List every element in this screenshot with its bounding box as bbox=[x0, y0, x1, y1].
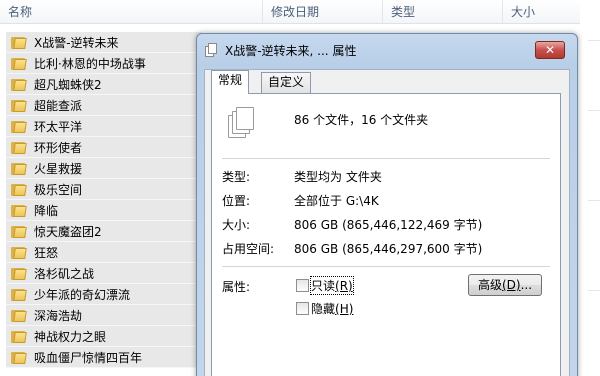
folder-name: 神战权力之眼 bbox=[34, 329, 107, 344]
general-tab-panel: 86 个文件，16 个文件夹 类型: 类型均为 文件夹 位置: 全部位于 G:\… bbox=[211, 93, 561, 376]
folder-name: 洛杉矶之战 bbox=[34, 266, 95, 281]
properties-dialog: X战警-逆转未来, ... 属性 ✕ 常规 自定义 86 个文件，16 个文件夹… bbox=[196, 33, 578, 376]
folder-icon bbox=[11, 35, 27, 49]
list-item[interactable]: 狂怒 bbox=[6, 242, 202, 263]
folder-name: 降临 bbox=[34, 203, 59, 218]
hidden-checkbox[interactable]: 隐藏(H) bbox=[296, 300, 353, 317]
folder-icon bbox=[11, 287, 27, 301]
list-item[interactable]: 神战权力之眼 bbox=[6, 326, 202, 347]
folder-icon bbox=[11, 308, 27, 322]
item-count-summary: 86 个文件，16 个文件夹 bbox=[294, 113, 429, 127]
size-value: 806 GB (865,446,122,469 字节) bbox=[294, 218, 483, 232]
column-modified[interactable]: 修改日期 bbox=[262, 0, 382, 24]
folder-name: 超能查派 bbox=[34, 98, 83, 113]
list-item[interactable]: 惊天魔盗团2 bbox=[6, 221, 202, 242]
multiple-files-icon bbox=[205, 43, 218, 57]
folder-name: 吸血僵尸惊情四百年 bbox=[34, 350, 143, 365]
folder-name: 比利·林恩的中场战事 bbox=[34, 56, 146, 71]
folder-name: 环形使者 bbox=[34, 140, 83, 155]
readonly-label: 只读(R) bbox=[310, 276, 354, 295]
folder-name: 超凡蜘蛛侠2 bbox=[34, 77, 102, 92]
column-type-label: 类型 bbox=[391, 5, 416, 19]
location-label: 位置: bbox=[222, 194, 251, 208]
list-item[interactable]: 吸血僵尸惊情四百年 bbox=[6, 347, 202, 368]
type-value: 类型均为 文件夹 bbox=[294, 170, 382, 184]
column-type[interactable]: 类型 bbox=[382, 0, 502, 24]
list-item[interactable]: 降临 bbox=[6, 200, 202, 221]
dialog-client-area: 常规 自定义 86 个文件，16 个文件夹 类型: 类型均为 文件夹 位置: 全… bbox=[204, 69, 570, 376]
folder-name: 狂怒 bbox=[34, 245, 59, 260]
list-item[interactable]: 火星救援 bbox=[6, 158, 202, 179]
list-item[interactable]: 环形使者 bbox=[6, 137, 202, 158]
folder-name: 惊天魔盗团2 bbox=[34, 224, 102, 239]
folder-icon bbox=[11, 329, 27, 343]
list-item[interactable]: 少年派的奇幻漂流 bbox=[6, 284, 202, 305]
list-item[interactable]: 超能查派 bbox=[6, 95, 202, 116]
readonly-checkbox-box[interactable] bbox=[296, 279, 309, 292]
folder-icon bbox=[11, 245, 27, 259]
folder-icon bbox=[11, 266, 27, 280]
list-item[interactable]: 洛杉矶之战 bbox=[6, 263, 202, 284]
list-item[interactable]: 环太平洋 bbox=[6, 116, 202, 137]
multiple-files-icon bbox=[228, 106, 256, 140]
type-label: 类型: bbox=[222, 170, 251, 184]
advanced-button-label: 高级(D)... bbox=[477, 278, 533, 292]
folder-icon bbox=[11, 119, 27, 133]
folder-name: 少年派的奇幻漂流 bbox=[34, 287, 131, 302]
hidden-label: 隐藏(H) bbox=[311, 302, 354, 316]
location-value: 全部位于 G:\4K bbox=[294, 194, 379, 208]
attributes-label: 属性: bbox=[222, 280, 251, 294]
list-item[interactable]: 比利·林恩的中场战事 bbox=[6, 53, 202, 74]
list-item[interactable]: 深海浩劫 bbox=[6, 305, 202, 326]
dialog-title: X战警-逆转未来, ... 属性 bbox=[225, 44, 357, 58]
list-item[interactable]: 超凡蜘蛛侠2 bbox=[6, 74, 202, 95]
tab-custom[interactable]: 自定义 bbox=[261, 72, 312, 93]
folder-name: 环太平洋 bbox=[34, 119, 83, 134]
advanced-button[interactable]: 高级(D)... bbox=[468, 274, 542, 296]
folder-icon bbox=[11, 203, 27, 217]
size-label: 大小: bbox=[222, 218, 251, 232]
folder-icon bbox=[11, 77, 27, 91]
sort-ascending-icon: ^ bbox=[128, 0, 136, 6]
folder-icon bbox=[11, 140, 27, 154]
folder-list: X战警-逆转未来 比利·林恩的中场战事 超凡蜘蛛侠2 超能查派 环太平洋 环形使… bbox=[0, 32, 210, 368]
list-item[interactable]: 极乐空间 bbox=[6, 179, 202, 200]
close-button[interactable]: ✕ bbox=[535, 41, 565, 59]
readonly-checkbox[interactable]: 只读(R) bbox=[296, 276, 354, 295]
folder-name: 火星救援 bbox=[34, 161, 83, 176]
folder-name: 极乐空间 bbox=[34, 182, 83, 197]
folder-icon bbox=[11, 98, 27, 112]
column-modified-label: 修改日期 bbox=[271, 5, 320, 19]
column-header-bar: 名称 ^ 修改日期 类型 大小 bbox=[0, 0, 600, 24]
column-size-label: 大小 bbox=[511, 5, 536, 19]
divider bbox=[222, 266, 550, 267]
folder-name: X战警-逆转未来 bbox=[34, 35, 119, 50]
list-item[interactable]: X战警-逆转未来 bbox=[6, 32, 202, 53]
tab-general-label: 常规 bbox=[218, 73, 243, 87]
tab-general[interactable]: 常规 bbox=[211, 70, 250, 94]
disk-size-label: 占用空间: bbox=[222, 242, 275, 256]
folder-icon bbox=[11, 56, 27, 70]
folder-name: 深海浩劫 bbox=[34, 308, 83, 323]
dialog-titlebar[interactable]: X战警-逆转未来, ... 属性 ✕ bbox=[197, 34, 577, 64]
close-icon: ✕ bbox=[544, 43, 556, 57]
folder-icon bbox=[11, 224, 27, 238]
folder-icon bbox=[11, 161, 27, 175]
disk-size-value: 806 GB (865,446,297,600 字节) bbox=[294, 242, 483, 256]
divider bbox=[222, 158, 550, 159]
explorer-right-edge bbox=[580, 0, 600, 376]
folder-icon bbox=[11, 350, 27, 364]
folder-icon bbox=[11, 182, 27, 196]
tab-custom-label: 自定义 bbox=[268, 75, 305, 89]
column-name-label: 名称 bbox=[8, 5, 33, 19]
hidden-checkbox-box[interactable] bbox=[296, 302, 309, 315]
